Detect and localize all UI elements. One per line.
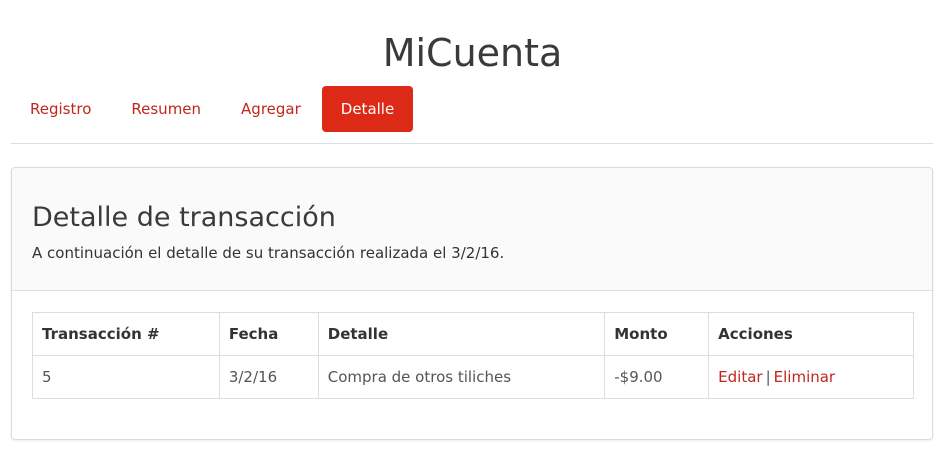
panel-description: A continuación el detalle de su transacc… (32, 244, 505, 262)
edit-link[interactable]: Editar (718, 368, 762, 386)
column-header-amount: Monto (604, 312, 710, 356)
panel-title: Detalle de transacción (32, 202, 336, 233)
cell-amount: -$9.00 (604, 355, 710, 399)
cell-actions: Editar | Eliminar (708, 355, 914, 399)
nav-tab-detalle[interactable]: Detalle (321, 86, 414, 132)
column-header-transaction: Transacción # (32, 312, 220, 356)
app-title: MiCuenta (382, 31, 563, 75)
transaction-detail-panel: Detalle de transacción A continuación el… (11, 167, 933, 440)
nav-tab-resumen[interactable]: Resumen (112, 86, 220, 132)
table-header-row: Transacción # Fecha Detalle Monto Accion… (32, 312, 914, 356)
cell-detail: Compra de otros tiliches (317, 355, 606, 399)
cell-transaction-id: 5 (32, 355, 220, 399)
column-header-detail: Detalle (317, 312, 606, 356)
column-header-date: Fecha (218, 312, 319, 356)
panel-header: Detalle de transacción A continuación el… (12, 168, 932, 291)
cell-date: 3/2/16 (218, 355, 319, 399)
nav-tab-agregar[interactable]: Agregar (222, 86, 320, 132)
transaction-table: Transacción # Fecha Detalle Monto Accion… (32, 312, 914, 399)
delete-link[interactable]: Eliminar (774, 368, 835, 386)
action-separator: | (765, 368, 771, 386)
nav-tabs: Registro Resumen Agregar Detalle (11, 86, 933, 144)
column-header-actions: Acciones (708, 312, 914, 356)
nav-tab-registro[interactable]: Registro (11, 86, 110, 132)
table-row: 5 3/2/16 Compra de otros tiliches -$9.00… (32, 355, 914, 399)
